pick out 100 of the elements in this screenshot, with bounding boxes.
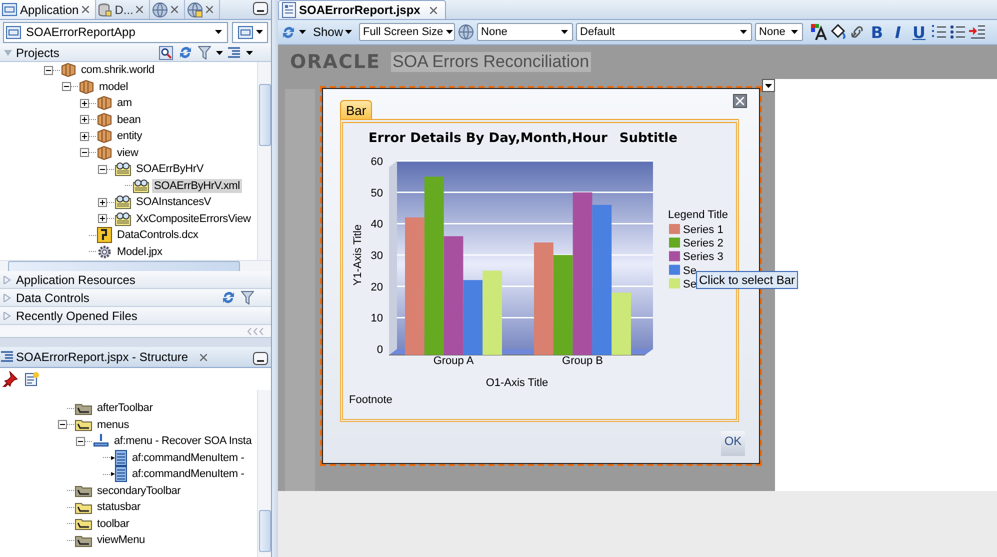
tree-item[interactable]: toolbar	[95, 516, 132, 531]
tree-item[interactable]: XxCompositeErrorsView	[134, 212, 253, 226]
tree-item[interactable]: entity	[115, 129, 144, 144]
collapse-toggle-icon[interactable]	[98, 164, 107, 174]
axis-tick-label: 50	[370, 187, 383, 200]
filter-icon[interactable]	[241, 290, 254, 304]
tree-item[interactable]: viewMenu	[95, 533, 147, 548]
minimize-icon[interactable]	[253, 2, 268, 15]
tree-item[interactable]: menus	[95, 418, 132, 432]
legend-label: Series 1	[683, 224, 724, 236]
application-selector[interactable]: SOAErrorReportApp	[3, 22, 228, 42]
menu-item-icon	[111, 466, 127, 482]
tree-item[interactable]: af:commandMenuItem -	[130, 450, 246, 465]
refresh-icon[interactable]	[281, 24, 296, 40]
filter-icon[interactable]	[198, 46, 211, 60]
page-icon	[282, 2, 296, 18]
caret-icon	[560, 30, 570, 34]
indent-icon[interactable]	[969, 24, 986, 40]
collapse-toggle-icon[interactable]	[58, 420, 67, 430]
tree-item[interactable]: bean	[115, 112, 143, 127]
dropdown-select[interactable]: None	[477, 23, 574, 41]
tree-item[interactable]: DataControls.dcx	[115, 228, 200, 242]
panel-tab[interactable]: D...	[96, 0, 150, 19]
tree-item[interactable]: secondaryToolbar	[95, 484, 183, 498]
tree-item[interactable]: view	[115, 146, 140, 160]
dropdown-select[interactable]: Default	[576, 23, 752, 41]
expand-toggle-icon[interactable]	[80, 115, 89, 124]
expand-toggle-icon[interactable]	[80, 132, 89, 141]
refresh-icon[interactable]	[221, 290, 236, 305]
tree-item[interactable]: SOAInstancesV	[134, 195, 214, 210]
list-layout-icon[interactable]	[1, 351, 14, 363]
tree-item[interactable]: af:menu - Recover SOA Insta	[112, 434, 254, 448]
close-icon[interactable]	[82, 6, 89, 13]
close-icon[interactable]	[171, 6, 178, 13]
show-menu[interactable]: Show	[309, 25, 356, 39]
close-icon[interactable]	[430, 6, 438, 14]
view-object-icon	[115, 212, 131, 226]
text-color-icon[interactable]	[811, 24, 828, 40]
expand-toggle-icon[interactable]	[98, 214, 107, 224]
tree-item[interactable]: afterToolbar	[95, 401, 155, 416]
format-button[interactable]: B	[868, 22, 886, 42]
minimize-icon[interactable]	[253, 352, 268, 364]
vertical-scrollbar[interactable]	[257, 62, 271, 260]
caret-icon	[299, 30, 306, 34]
paint-bucket-icon[interactable]	[830, 24, 846, 40]
tree-item[interactable]: SOAErrByHrV.xml	[152, 178, 242, 193]
close-icon[interactable]	[136, 6, 144, 13]
axis-tick-label: 20	[370, 281, 383, 294]
pin-icon[interactable]	[2, 371, 18, 387]
tree-item[interactable]: statusbar	[95, 500, 142, 514]
tree-item[interactable]: af:commandMenuItem -	[130, 467, 246, 482]
editor-tab[interactable]: SOAErrorReport.jspx	[278, 0, 446, 19]
globe-icon	[458, 24, 474, 40]
close-icon[interactable]	[200, 354, 208, 360]
globe-icon	[152, 2, 168, 18]
category-label: Group A	[433, 355, 474, 367]
edit-icon[interactable]	[24, 371, 40, 387]
ok-button[interactable]: OK	[721, 431, 745, 456]
window-icon	[6, 26, 21, 38]
search-icon[interactable]	[159, 46, 173, 60]
link-icon[interactable]	[849, 24, 866, 40]
tree-item[interactable]: com.shrik.world	[79, 63, 156, 78]
vertical-scrollbar[interactable]	[257, 390, 271, 557]
tree-item[interactable]: model	[97, 80, 130, 94]
close-button[interactable]	[733, 94, 747, 108]
bullet-list-icon[interactable]	[950, 24, 966, 40]
collapse-toggle-icon[interactable]	[62, 82, 71, 92]
dropdown-select[interactable]: None	[755, 23, 804, 41]
close-icon[interactable]	[206, 6, 214, 13]
view-menu-button[interactable]	[232, 22, 268, 42]
tree-item[interactable]: Model.jpx	[115, 244, 164, 259]
list-layout-icon[interactable]	[228, 46, 241, 58]
panel-tab[interactable]: Application	[0, 0, 96, 19]
axis-tick-label: 30	[370, 250, 383, 262]
format-button[interactable]: I	[889, 22, 908, 42]
legend-label: Series 2	[683, 238, 724, 250]
dropdown-select[interactable]: Full Screen Size	[359, 23, 456, 41]
format-button[interactable]: U	[910, 22, 928, 42]
collapse-toggle-icon[interactable]	[76, 436, 85, 446]
panel-tab[interactable]	[150, 0, 186, 19]
numbered-list-icon[interactable]	[931, 24, 948, 40]
database-icon	[98, 2, 112, 16]
tree-item[interactable]: am	[115, 96, 134, 110]
legend-label: Series 3	[683, 251, 724, 264]
tooltip: Click to select Bar	[696, 271, 798, 289]
legend-label: Se	[683, 278, 696, 290]
tree-item[interactable]: SOAErrByHrV	[134, 162, 206, 176]
expand-toggle-icon[interactable]	[80, 98, 89, 108]
refresh-icon[interactable]	[178, 45, 193, 60]
globe-icon	[187, 2, 204, 18]
folder-icon	[75, 418, 92, 432]
dropdown-marker-icon[interactable]	[762, 79, 775, 92]
collapse-toggle-icon[interactable]	[44, 66, 53, 75]
horizontal-scrollbar[interactable]	[0, 260, 271, 271]
chart-title: Error Details By Day,Month,Hour Subtitle	[368, 131, 678, 146]
folder-icon	[75, 517, 92, 530]
collapse-toggle-icon[interactable]	[80, 148, 89, 158]
dialog-tab[interactable]: Bar	[340, 100, 372, 120]
expand-toggle-icon[interactable]	[98, 198, 107, 207]
panel-tab[interactable]	[185, 0, 220, 19]
